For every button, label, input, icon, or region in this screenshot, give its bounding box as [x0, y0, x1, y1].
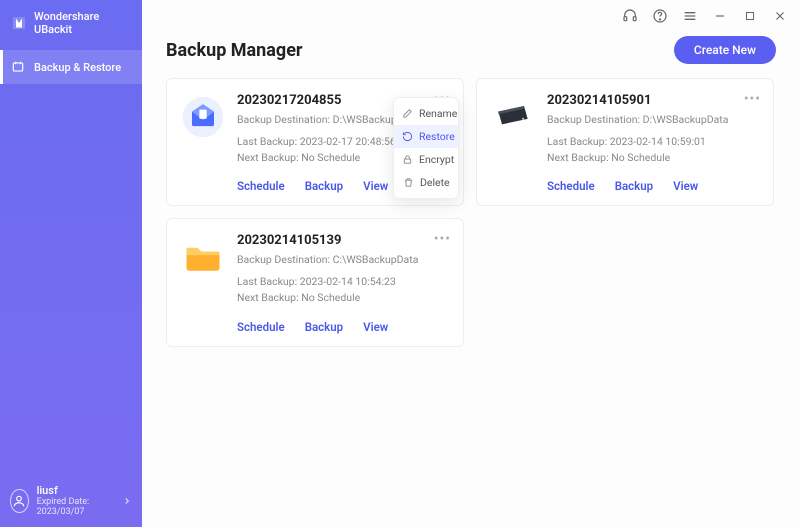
main: Backup Manager Create New 20230217204855…: [142, 0, 800, 527]
ctx-restore[interactable]: Restore: [394, 125, 458, 148]
folder-icon: [181, 235, 225, 279]
card-dest: Backup Destination: D:\WSBackupData: [547, 112, 759, 128]
backup-action[interactable]: Backup: [305, 179, 343, 193]
maximize-icon[interactable]: [742, 8, 758, 24]
close-icon[interactable]: [772, 8, 788, 24]
nav: Backup & Restore: [0, 50, 142, 84]
trash-icon: [402, 177, 414, 189]
ctx-rename[interactable]: Rename: [394, 102, 458, 125]
help-icon[interactable]: [652, 8, 668, 24]
backup-action[interactable]: Backup: [305, 320, 343, 334]
card-last: Last Backup: 2023-02-14 10:59:01: [547, 134, 759, 150]
user-name: liusf: [37, 484, 114, 497]
ctx-rename-label: Rename: [419, 107, 457, 120]
brand-icon: [10, 14, 28, 32]
user-expired: Expired Date: 2023/03/07: [37, 497, 114, 517]
card-next: Next Backup: No Schedule: [237, 290, 449, 306]
backup-action[interactable]: Backup: [615, 179, 653, 193]
view-action[interactable]: View: [363, 320, 388, 334]
cards-area: 20230217204855 Backup Destination: D:\WS…: [142, 78, 800, 347]
view-action[interactable]: View: [363, 179, 388, 193]
schedule-action[interactable]: Schedule: [237, 179, 285, 193]
view-action[interactable]: View: [673, 179, 698, 193]
nav-backup-restore[interactable]: Backup & Restore: [0, 50, 142, 84]
titlebar: [142, 0, 800, 28]
restore-icon: [402, 131, 413, 143]
ctx-encrypt-label: Encrypt: [419, 153, 454, 166]
backup-card: 20230214105139 Backup Destination: C:\WS…: [166, 218, 464, 346]
menu-icon[interactable]: [682, 8, 698, 24]
page-title: Backup Manager: [166, 40, 303, 61]
user-info: liusf Expired Date: 2023/03/07: [37, 484, 114, 517]
headset-icon[interactable]: [622, 8, 638, 24]
schedule-action[interactable]: Schedule: [547, 179, 595, 193]
card-dest: Backup Destination: C:\WSBackupData: [237, 252, 449, 268]
backup-card: 20230217204855 Backup Destination: D:\WS…: [166, 78, 464, 206]
mail-icon: [181, 95, 225, 139]
card-next: Next Backup: No Schedule: [547, 150, 759, 166]
backup-card: 20230214105901 Backup Destination: D:\WS…: [476, 78, 774, 206]
brand: Wondershare UBackit: [0, 0, 142, 50]
brand-name: Wondershare UBackit: [34, 10, 132, 36]
backup-restore-icon: [10, 59, 26, 75]
nav-item-label: Backup & Restore: [34, 61, 121, 74]
context-menu: Rename Restore Encrypt Delete: [393, 97, 459, 199]
ctx-delete[interactable]: Delete: [394, 171, 458, 194]
ctx-encrypt[interactable]: Encrypt: [394, 148, 458, 171]
header: Backup Manager Create New: [142, 28, 800, 78]
user-block[interactable]: liusf Expired Date: 2023/03/07: [0, 474, 142, 527]
minimize-icon[interactable]: [712, 8, 728, 24]
card-title: 20230214105139: [237, 233, 449, 248]
chevron-right-icon: [122, 496, 132, 506]
lock-icon: [402, 154, 413, 166]
card-title: 20230214105901: [547, 93, 759, 108]
avatar-icon: [10, 489, 29, 513]
disk-icon: [491, 95, 535, 139]
ctx-delete-label: Delete: [420, 176, 450, 189]
card-last: Last Backup: 2023-02-14 10:54:23: [237, 274, 449, 290]
rename-icon: [402, 108, 413, 120]
sidebar: Wondershare UBackit Backup & Restore liu…: [0, 0, 142, 527]
more-icon[interactable]: •••: [434, 231, 451, 247]
more-icon[interactable]: •••: [744, 91, 761, 107]
create-new-button[interactable]: Create New: [674, 36, 776, 64]
schedule-action[interactable]: Schedule: [237, 320, 285, 334]
ctx-restore-label: Restore: [419, 130, 455, 143]
